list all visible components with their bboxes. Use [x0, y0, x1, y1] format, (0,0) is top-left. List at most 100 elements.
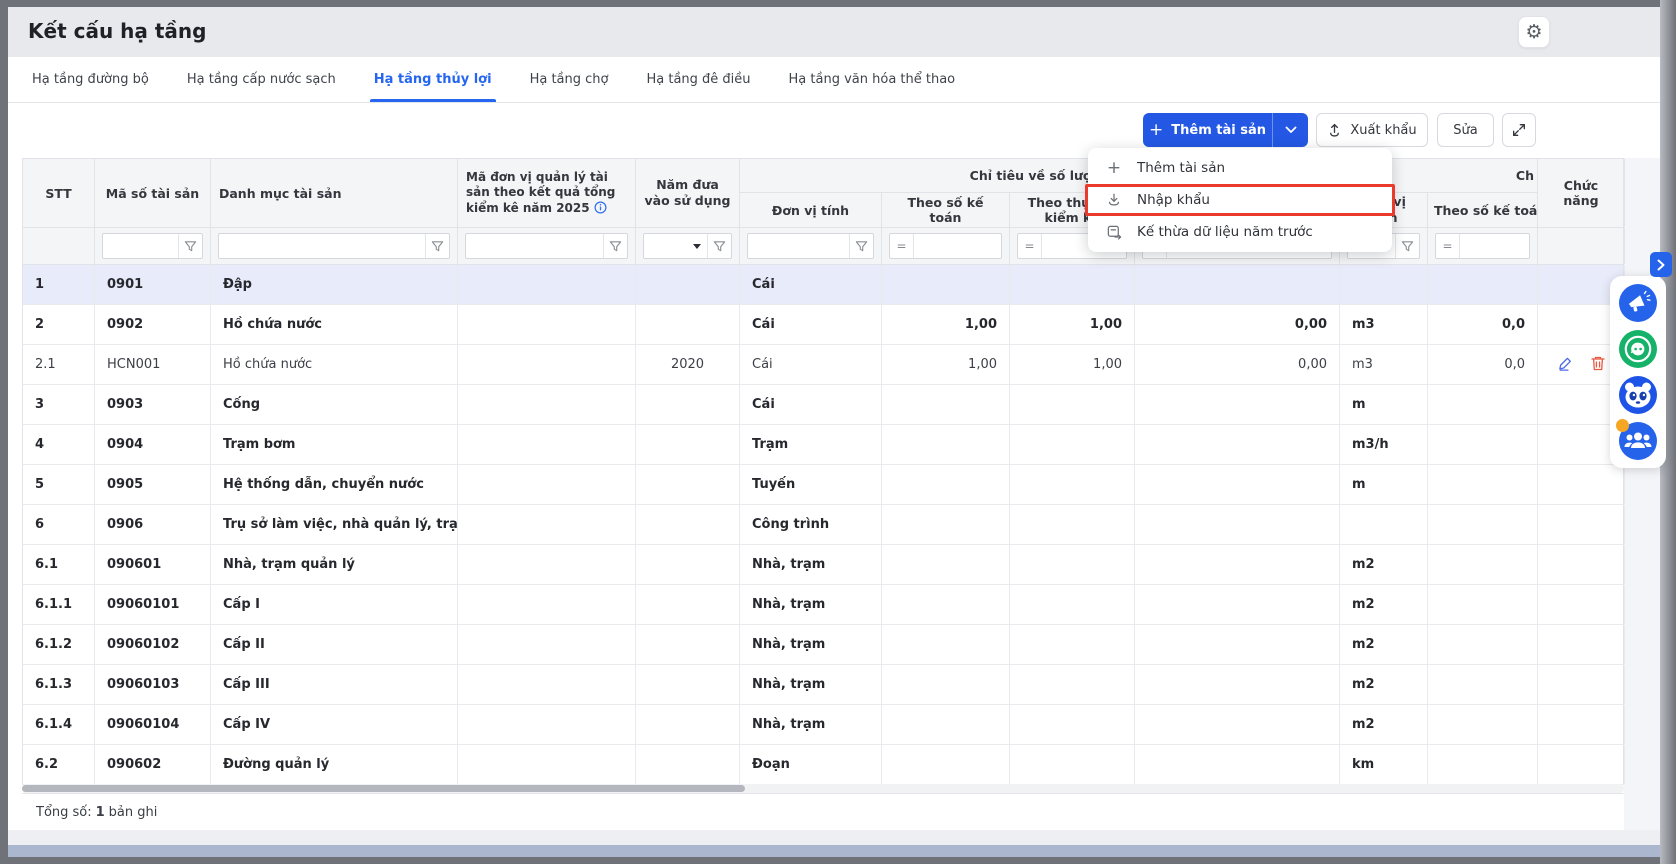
cell-unit_code	[458, 665, 636, 704]
table-row[interactable]: 6.2090602Đường quản lýĐoạnkm	[22, 745, 1624, 785]
filter-icon[interactable]	[849, 234, 873, 258]
filter-input-asset-category[interactable]	[219, 234, 425, 258]
filter-icon[interactable]	[707, 234, 731, 258]
filter-cell-unit	[740, 228, 882, 264]
add-asset-menu: +Thêm tài sảnNhập khẩu Kế thừa dữ liệu nă…	[1088, 148, 1392, 252]
cell-actions	[1538, 745, 1625, 784]
filter-select-year[interactable]	[644, 234, 707, 258]
filter-operator[interactable]: =	[1018, 234, 1042, 258]
cell-acct	[882, 625, 1010, 664]
cell-name: Đường quản lý	[211, 745, 458, 784]
edit-row-button[interactable]	[1557, 355, 1574, 375]
tab-4[interactable]: Hạ tầng chợ	[526, 57, 613, 102]
table-row[interactable]: 6.1090601Nhà, trạm quản lýNhà, trạmm2	[22, 545, 1624, 585]
cell-unit1: Nhà, trạm	[740, 705, 882, 744]
menu-item-1[interactable]: +Thêm tài sản	[1088, 152, 1392, 184]
cell-code: 090601	[95, 545, 211, 584]
filter-input-by-accounting-2[interactable]	[1460, 234, 1529, 258]
cell-unit2	[1340, 505, 1428, 544]
cell-name: Trạm bơm	[211, 425, 458, 464]
cell-unit2: m	[1340, 465, 1428, 504]
add-asset-menu-toggle[interactable]	[1272, 113, 1308, 147]
info-icon[interactable]	[594, 201, 607, 215]
cell-code: 09060101	[95, 585, 211, 624]
tab-1[interactable]: Hạ tầng đường bộ	[28, 57, 153, 102]
cell-acct2	[1428, 585, 1538, 624]
filter-icon[interactable]	[1395, 234, 1419, 258]
table-row[interactable]: 50905Hệ thống dẫn, chuyển nướcTuyếnm	[22, 465, 1624, 505]
horizontal-scrollbar[interactable]	[22, 784, 1624, 793]
filter-input-by-accounting[interactable]	[914, 234, 1001, 258]
chat-icon[interactable]	[1619, 330, 1657, 368]
menu-item-3[interactable]: Kế thừa dữ liệu năm trước	[1088, 216, 1392, 248]
filter-cell-by-accounting-2: =	[1428, 228, 1538, 264]
people-icon[interactable]	[1619, 422, 1657, 460]
add-asset-button[interactable]: + Thêm tài sản	[1143, 113, 1272, 147]
filter-input-asset-code[interactable]	[103, 234, 178, 258]
table-row[interactable]: 6.1.109060101Cấp INhà, trạmm2	[22, 585, 1624, 625]
expand-button[interactable]	[1502, 113, 1536, 147]
filter-cell-asset-code	[95, 228, 211, 264]
megaphone-icon[interactable]	[1619, 284, 1657, 322]
filter-icon[interactable]	[425, 234, 449, 258]
edit-button[interactable]: Sửa	[1437, 113, 1494, 147]
cell-unit1: Nhà, trạm	[740, 625, 882, 664]
cell-acct	[882, 745, 1010, 784]
notification-dot	[1616, 419, 1629, 432]
side-panel-collapse-button[interactable]	[1650, 252, 1672, 277]
table-row[interactable]: 60906Trụ sở làm việc, nhà quản lý, trạm …	[22, 505, 1624, 545]
cell-unit_code	[458, 545, 636, 584]
filter-input-unit-code[interactable]	[466, 234, 603, 258]
cell-acct2	[1428, 265, 1538, 304]
cell-acct	[882, 385, 1010, 424]
filter-control-by-accounting: =	[889, 233, 1002, 259]
cell-stt: 4	[23, 425, 95, 464]
scrollbar-thumb[interactable]	[22, 785, 745, 792]
cell-diff	[1135, 425, 1340, 464]
column-header-unit: Đơn vị tính	[740, 193, 882, 227]
filter-icon[interactable]	[178, 234, 202, 258]
table-row[interactable]: 30903CốngCáim	[22, 385, 1624, 425]
cell-acct	[882, 705, 1010, 744]
table-row[interactable]: 2.1HCN001Hồ chứa nước2020Cái1,001,000,00…	[22, 345, 1624, 385]
delete-row-button[interactable]	[1590, 355, 1606, 375]
table-row[interactable]: 6.1.209060102Cấp IINhà, trạmm2	[22, 625, 1624, 665]
caret-down-icon	[693, 244, 701, 249]
cell-code: 09060103	[95, 665, 211, 704]
table-row[interactable]: 6.1.309060103Cấp IIINhà, trạmm2	[22, 665, 1624, 705]
table-row[interactable]: 40904Trạm bơmTrạmm3/h	[22, 425, 1624, 465]
floating-widget-panel	[1610, 276, 1666, 468]
filter-icon[interactable]	[603, 234, 627, 258]
filter-input-unit[interactable]	[748, 234, 849, 258]
filter-operator[interactable]: =	[890, 234, 914, 258]
tab-6[interactable]: Hạ tầng văn hóa thể thao	[785, 57, 960, 102]
window-border-bottom	[0, 857, 1676, 864]
cell-stt: 2	[23, 305, 95, 344]
menu-item-2[interactable]: Nhập khẩu	[1088, 184, 1392, 216]
cell-actual	[1010, 545, 1135, 584]
cell-diff	[1135, 505, 1340, 544]
table-row[interactable]: 6.1.409060104Cấp IVNhà, trạmm2	[22, 705, 1624, 745]
export-button[interactable]: Xuất khẩu	[1316, 113, 1428, 147]
table-row[interactable]: 20902Hồ chứa nướcCái1,001,000,00m30,0	[22, 305, 1624, 345]
download-icon	[1104, 192, 1124, 208]
cell-actual	[1010, 505, 1135, 544]
filter-control-year	[643, 233, 732, 259]
filter-operator[interactable]: =	[1436, 234, 1460, 258]
chevron-right-icon	[1657, 259, 1665, 271]
plus-icon: +	[1149, 122, 1163, 139]
panda-bot-icon[interactable]	[1619, 376, 1657, 414]
cell-actual	[1010, 705, 1135, 744]
menu-item-label: Kế thừa dữ liệu năm trước	[1137, 224, 1313, 240]
cell-unit2: m2	[1340, 665, 1428, 704]
cell-diff	[1135, 745, 1340, 784]
cell-unit_code	[458, 705, 636, 744]
settings-button[interactable]: ⚙	[1518, 16, 1550, 48]
cell-year	[636, 705, 740, 744]
tab-2[interactable]: Hạ tầng cấp nước sạch	[183, 57, 340, 102]
cell-acct	[882, 665, 1010, 704]
cell-unit_code	[458, 625, 636, 664]
table-row[interactable]: 10901ĐậpCái	[22, 265, 1624, 305]
tab-3[interactable]: Hạ tầng thủy lợi	[370, 57, 496, 102]
tab-5[interactable]: Hạ tầng đê điều	[642, 57, 754, 102]
